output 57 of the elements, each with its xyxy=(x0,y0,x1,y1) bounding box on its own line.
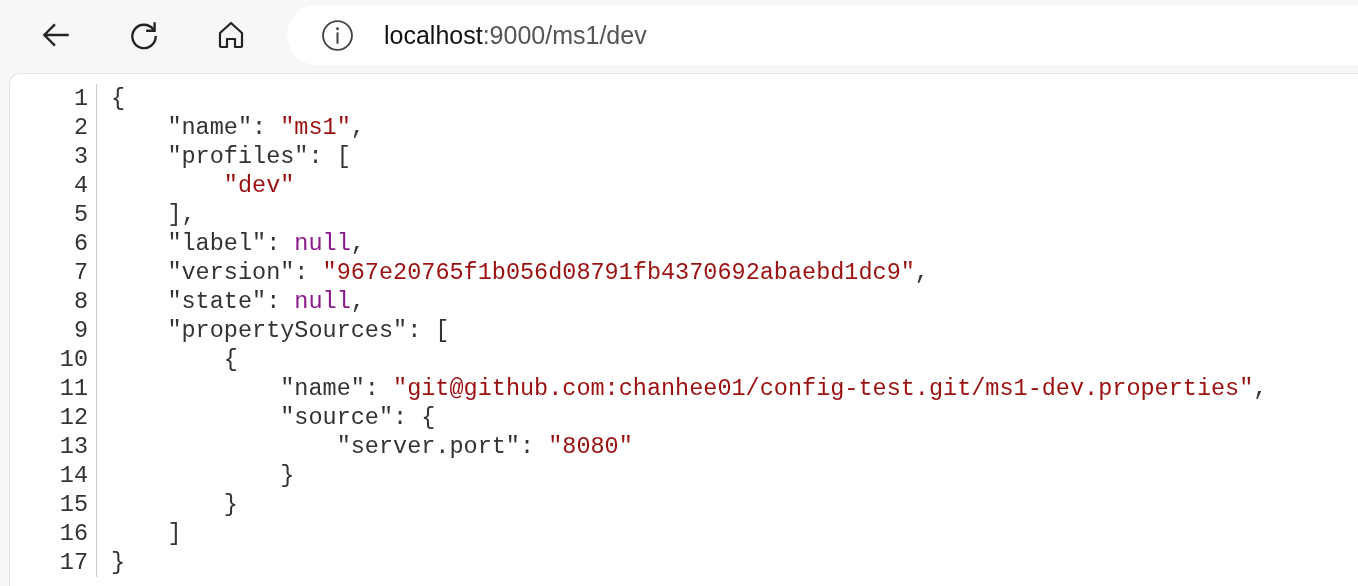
json-key: "version" xyxy=(111,259,295,286)
address-bar[interactable]: localhost:9000/ms1/dev xyxy=(287,5,1358,65)
line-number: 16 xyxy=(58,519,88,548)
json-key: "name" xyxy=(111,375,365,402)
line-number: 12 xyxy=(58,403,88,432)
line-number: 3 xyxy=(72,142,88,171)
json-punctuation: : xyxy=(294,259,310,286)
json-punctuation: , xyxy=(914,259,929,286)
line-number: 6 xyxy=(72,229,88,258)
json-punctuation: : xyxy=(266,230,282,257)
json-punctuation: : [ xyxy=(308,143,351,170)
json-string: "8080" xyxy=(548,433,633,460)
line-number: 10 xyxy=(58,345,88,374)
line-number: 11 xyxy=(58,374,88,403)
json-punctuation: : xyxy=(252,114,268,141)
line-number: 13 xyxy=(58,432,88,461)
json-punctuation: ] xyxy=(166,520,182,547)
json-key: "profiles" xyxy=(111,143,309,170)
line-number: 1 xyxy=(72,84,88,113)
line-number: 5 xyxy=(72,200,88,229)
line-number: 2 xyxy=(72,113,88,142)
line-number: 14 xyxy=(58,461,88,490)
line-number: 9 xyxy=(72,316,88,345)
url-text: localhost:9000/ms1/dev xyxy=(384,20,647,50)
json-string: "ms1" xyxy=(280,114,351,141)
json-punctuation: : xyxy=(519,433,536,460)
json-punctuation: : [ xyxy=(407,317,450,344)
json-punctuation: { xyxy=(222,346,238,373)
line-number: 7 xyxy=(72,258,88,287)
json-string: "dev" xyxy=(222,172,295,199)
json-punctuation: : xyxy=(266,288,282,315)
line-number: 4 xyxy=(72,171,88,200)
json-key: "name" xyxy=(111,114,253,141)
json-string: "967e20765f1b056d08791fb4370692abaebd1dc9" xyxy=(322,259,915,286)
json-key: "propertySources" xyxy=(111,317,408,344)
json-null: null xyxy=(294,288,351,315)
line-number: 15 xyxy=(58,490,88,519)
json-key: "label" xyxy=(111,230,267,257)
json-key: "state" xyxy=(111,288,267,315)
json-punctuation: : { xyxy=(393,404,436,431)
json-punctuation: } xyxy=(111,549,126,576)
json-key: "source" xyxy=(111,404,394,431)
json-punctuation: , xyxy=(350,288,365,315)
info-icon[interactable] xyxy=(321,18,354,52)
line-number: 8 xyxy=(72,287,88,316)
json-punctuation: { xyxy=(111,85,126,112)
line-number: 17 xyxy=(58,548,88,577)
json-punctuation: , xyxy=(1253,375,1268,402)
json-punctuation: } xyxy=(222,491,238,518)
json-punctuation: ], xyxy=(166,201,196,228)
json-punctuation: : xyxy=(364,375,380,402)
json-punctuation: , xyxy=(350,114,365,141)
json-punctuation: } xyxy=(279,462,295,489)
json-null: null xyxy=(294,230,351,257)
json-string: "git@github.com:chanhee01/config-test.git/ms1-dev.properties" xyxy=(393,375,1254,402)
json-punctuation: , xyxy=(350,230,365,257)
json-key: "server.port" xyxy=(111,433,520,460)
